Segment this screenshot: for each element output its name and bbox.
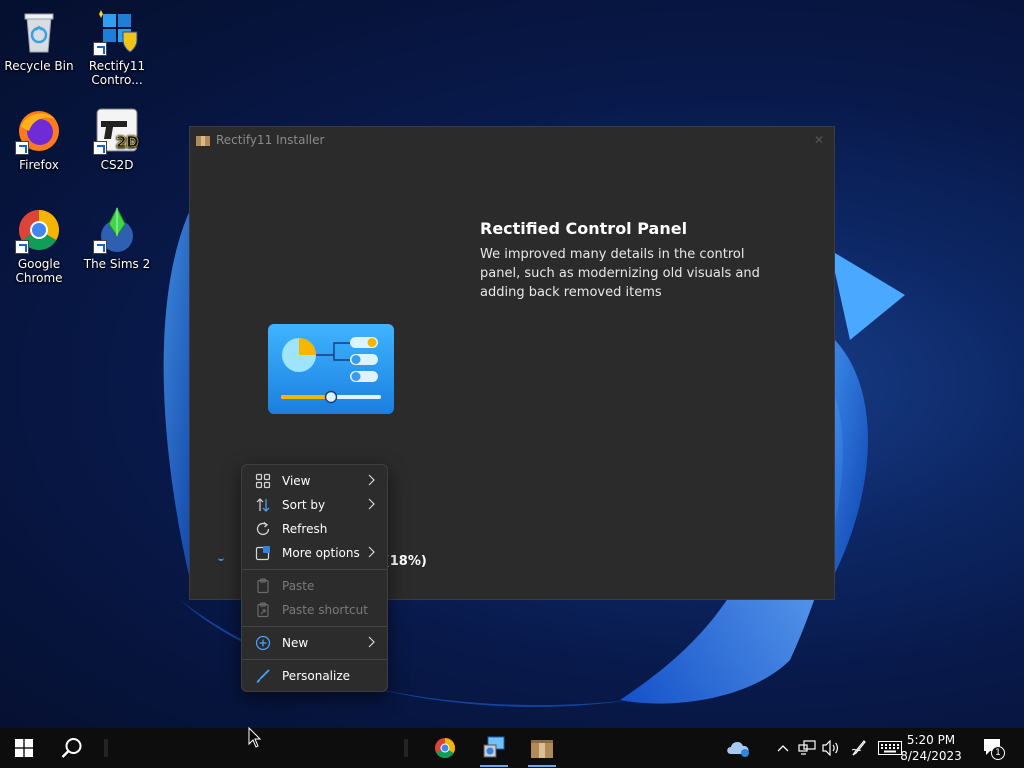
- control-panel-icon: [483, 736, 505, 758]
- pen-tray[interactable]: [848, 728, 870, 768]
- desktop-icon-label: CS2D: [100, 158, 134, 172]
- menu-item-label: Paste: [282, 579, 315, 593]
- start-button[interactable]: [4, 728, 44, 768]
- volume-icon: [822, 740, 838, 756]
- network-icon: [798, 740, 816, 755]
- taskbar-installer[interactable]: [522, 728, 562, 768]
- desktop-icon-the-sims-2[interactable]: The Sims 2: [78, 206, 156, 271]
- running-indicator: [480, 765, 508, 767]
- menu-item-paste-shortcut[interactable]: Paste shortcut: [242, 598, 387, 622]
- chrome-icon: [435, 738, 455, 758]
- menu-item-label: More options: [282, 546, 360, 560]
- menu-item-sort-by[interactable]: Sort by: [242, 493, 387, 517]
- desktop-icon-label: Rectify11 Contro...: [88, 59, 146, 87]
- shortcut-arrow-icon: [15, 240, 29, 254]
- sort-icon: [256, 498, 270, 512]
- menu-item-label: Sort by: [282, 498, 326, 512]
- svg-text:2D: 2D: [116, 133, 139, 151]
- cloud-sync-icon: [727, 741, 749, 757]
- volume-tray[interactable]: [820, 728, 840, 768]
- progress-spinner: [218, 557, 224, 561]
- installer-box-icon: [196, 136, 210, 146]
- desktop-icon-label: Recycle Bin: [4, 59, 74, 73]
- onedrive-tray[interactable]: [722, 728, 756, 768]
- windows-logo-icon: [15, 739, 33, 757]
- clock[interactable]: 5:20 PM 8/24/2023: [896, 732, 966, 764]
- installer-titlebar[interactable]: Rectify11 Installer ✕: [190, 127, 834, 153]
- brush-icon: [256, 669, 270, 683]
- menu-item-paste[interactable]: Paste: [242, 574, 387, 598]
- menu-item-personalize[interactable]: Personalize: [242, 664, 387, 688]
- taskbar: 5:20 PM 8/24/2023 1: [0, 728, 1024, 768]
- installer-title: Rectify11 Installer: [216, 133, 325, 147]
- show-hidden-icons[interactable]: [774, 728, 792, 768]
- menu-item-label: Refresh: [282, 522, 328, 536]
- menu-item-more-options[interactable]: More options: [242, 541, 387, 565]
- menu-separator: [242, 569, 387, 570]
- close-icon[interactable]: ✕: [814, 133, 824, 147]
- network-tray[interactable]: [796, 728, 818, 768]
- shortcut-arrow-icon: [93, 240, 107, 254]
- chevron-right-icon: [368, 546, 375, 558]
- desktop-icon-google-chrome[interactable]: Google Chrome: [0, 206, 78, 285]
- menu-item-refresh[interactable]: Refresh: [242, 517, 387, 541]
- recycle-bin-icon: [24, 13, 54, 53]
- shortcut-arrow-icon: [15, 141, 29, 155]
- taskbar-chrome[interactable]: [425, 728, 465, 768]
- notification-center-button[interactable]: 1: [980, 728, 1008, 768]
- desktop-icon-recycle-bin[interactable]: Recycle Bin: [0, 8, 78, 73]
- search-icon: [61, 738, 82, 758]
- clock-date: 8/24/2023: [900, 749, 962, 763]
- more-options-icon: [255, 546, 270, 561]
- menu-separator: [242, 659, 387, 660]
- taskbar-separator: [402, 728, 410, 768]
- chevron-right-icon: [368, 636, 375, 648]
- clock-time: 5:20 PM: [906, 733, 956, 747]
- desktop-icon-label: Google Chrome: [15, 257, 63, 285]
- desktop-icon-rectify11-control[interactable]: Rectify11 Contro...: [78, 8, 156, 87]
- chevron-right-icon: [368, 474, 375, 486]
- desktop-icon-firefox[interactable]: Firefox: [0, 107, 78, 172]
- taskbar-control-panel[interactable]: [474, 728, 514, 768]
- grid-icon: [255, 473, 271, 489]
- search-button[interactable]: [52, 728, 92, 768]
- feature-title: Rectified Control Panel: [480, 219, 688, 238]
- mouse-cursor-icon: [248, 727, 262, 748]
- paste-icon: [257, 578, 269, 594]
- paste-shortcut-icon: [257, 602, 269, 618]
- menu-item-new[interactable]: New: [242, 631, 387, 655]
- chevron-right-icon: [368, 498, 375, 510]
- new-icon: [255, 635, 271, 651]
- refresh-icon: [256, 521, 270, 536]
- menu-item-view[interactable]: View: [242, 469, 387, 493]
- notification-count-badge: 1: [991, 746, 1005, 760]
- menu-item-label: Personalize: [282, 669, 351, 683]
- control-panel-illustration: [268, 324, 394, 414]
- desktop-context-menu[interactable]: View Sort by Refresh More options Paste …: [241, 464, 388, 692]
- menu-item-label: New: [282, 636, 309, 650]
- shortcut-arrow-icon: [93, 141, 107, 155]
- desktop-icon-label: The Sims 2: [83, 257, 151, 271]
- taskbar-separator: [102, 728, 110, 768]
- running-indicator: [528, 765, 556, 767]
- chevron-up-icon: [777, 745, 789, 752]
- menu-separator: [242, 626, 387, 627]
- desktop-icon-label: Firefox: [19, 158, 59, 172]
- shortcut-arrow-icon: [93, 42, 107, 56]
- installer-box-icon: [531, 740, 553, 758]
- feature-description: We improved many details in the control …: [480, 247, 760, 300]
- menu-item-label: View: [282, 474, 311, 488]
- menu-item-label: Paste shortcut: [282, 603, 368, 617]
- pen-icon: [851, 740, 866, 756]
- desktop-icon-cs2d[interactable]: 2D CS2D: [78, 107, 156, 172]
